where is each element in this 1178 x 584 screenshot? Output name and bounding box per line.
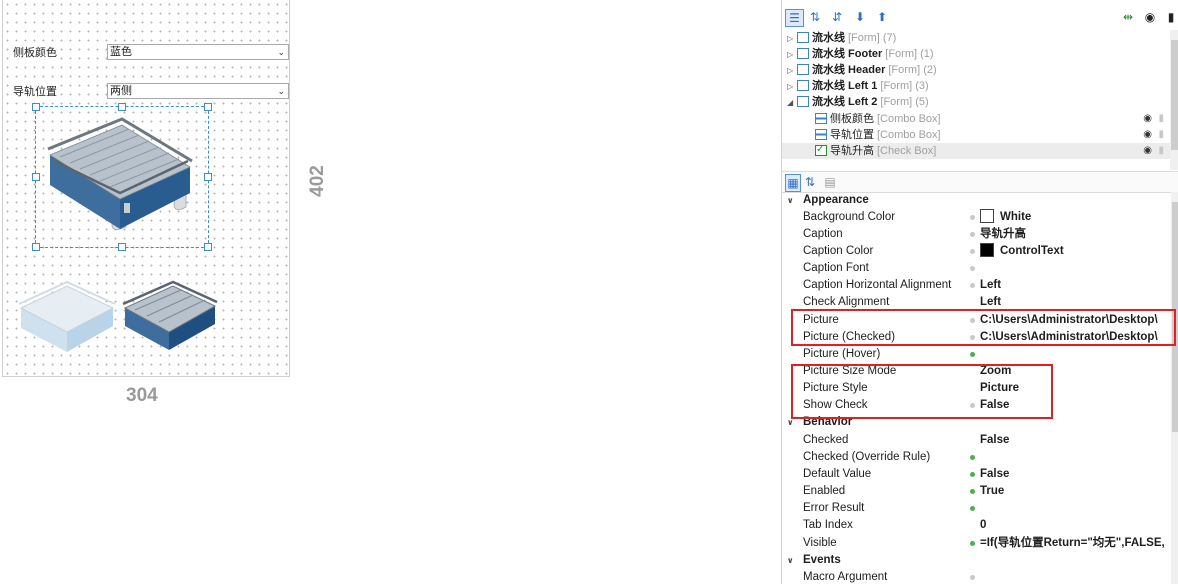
highlight-picture-style-rows [791, 364, 1053, 419]
color-swatch [980, 243, 994, 257]
tree-item[interactable]: ▷ 流水线 Header [Form] (2) [787, 62, 937, 78]
category-events[interactable]: ∨ Events [782, 552, 1172, 569]
chevron-down-icon: ⌄ [277, 47, 285, 57]
property-row[interactable]: Caption Horizontal Alignment Left [782, 277, 1172, 294]
lock-icon[interactable]: ▮ [1164, 9, 1178, 25]
property-row[interactable]: Checked (Override Rule) [782, 449, 1172, 466]
property-row[interactable]: Tab Index 0 [782, 517, 1172, 534]
expand-icon[interactable]: ▷ [787, 31, 797, 47]
property-row[interactable]: Caption Font [782, 260, 1172, 277]
property-row[interactable]: Macro Argument [782, 569, 1172, 584]
property-row[interactable]: Visible =If(导轨位置Return="均无",FALSE, [782, 535, 1172, 552]
resize-handle[interactable] [32, 243, 40, 251]
conveyor-faded-image [18, 280, 116, 352]
tree-item[interactable]: ▷ 流水线 Left 1 [Form] (3) [787, 78, 929, 94]
resize-handle[interactable] [118, 103, 126, 111]
tree-item[interactable]: 侧板颜色 [Combo Box] ◉ ▮ [815, 111, 1170, 127]
properties-toolbar: ▦ ⇅ ▤ [782, 171, 1178, 193]
sort-az-icon[interactable]: ⇅ [803, 174, 817, 190]
form-icon [797, 64, 809, 75]
rail-raise-checkbox-control[interactable] [35, 106, 209, 248]
lock-icon[interactable]: ▮ [1158, 127, 1164, 143]
combo-box-icon [815, 113, 827, 124]
sort-az-icon[interactable]: ⇅ [808, 9, 822, 25]
eye-icon[interactable]: ◉ [1143, 143, 1152, 159]
side-color-label: 侧板颜色 [12, 44, 58, 60]
tree-scrollbar[interactable] [1170, 30, 1178, 170]
chevron-down-icon[interactable]: ∨ [787, 552, 794, 569]
form-icon [797, 96, 809, 107]
list-view-icon[interactable]: ☰ [785, 9, 804, 27]
property-row[interactable]: Checked False [782, 432, 1172, 449]
tree-item[interactable]: ▷ 流水线 Footer [Form] (1) [787, 46, 934, 62]
property-pages-icon[interactable]: ▤ [824, 174, 836, 190]
eye-icon[interactable]: ◉ [1142, 9, 1158, 25]
collapse-icon[interactable]: ⇹ [1120, 9, 1136, 25]
chevron-down-icon: ⌄ [277, 86, 285, 96]
resize-handle[interactable] [204, 243, 212, 251]
conveyor-image [47, 117, 193, 230]
resize-handle[interactable] [32, 103, 40, 111]
properties-scrollbar[interactable] [1171, 192, 1178, 584]
rail-position-combo[interactable]: 两侧 ⌄ [107, 83, 289, 99]
property-row[interactable]: Caption 导轨升高 [782, 226, 1172, 243]
category-appearance[interactable]: ∨ Appearance [782, 192, 1172, 209]
form-explorer-panel: ☰ ⇅ ⇵ ⬇ ⬆ ⇹ ◉ ▮ ▷ 流水线 [Form] (7) ▷ 流水线 Foot… [781, 0, 1178, 584]
categorized-icon[interactable]: ▦ [785, 174, 801, 192]
move-down-icon[interactable]: ⬇ [854, 9, 866, 25]
property-row[interactable]: Caption Color ControlText [782, 243, 1172, 260]
resize-handle[interactable] [32, 173, 40, 181]
property-row[interactable]: Default Value False [782, 466, 1172, 483]
resize-handle[interactable] [204, 173, 212, 181]
check-box-icon [815, 142, 827, 158]
tree-item[interactable]: ▷ 流水线 [Form] (7) [787, 30, 896, 46]
property-row[interactable]: Error Result [782, 500, 1172, 517]
form-icon [797, 48, 809, 59]
collapse-icon[interactable]: ◢ [787, 95, 797, 111]
tree-item[interactable]: ◢ 流水线 Left 2 [Form] (5) [787, 94, 929, 110]
move-up-icon[interactable]: ⬆ [876, 9, 888, 25]
expand-icon[interactable]: ▷ [787, 79, 797, 95]
eye-icon[interactable]: ◉ [1143, 111, 1152, 127]
combo-box-icon [815, 129, 827, 140]
design-canvas[interactable]: 侧板颜色 蓝色 ⌄ 导轨位置 两侧 ⌄ [2, 0, 290, 377]
resize-handle[interactable] [204, 103, 212, 111]
form-tree: ▷ 流水线 [Form] (7) ▷ 流水线 Footer [Form] (1) ▷ 流水… [782, 30, 1170, 170]
property-row[interactable]: Enabled True [782, 483, 1172, 500]
property-row[interactable]: Picture (Hover) [782, 346, 1172, 363]
sort-za-icon[interactable]: ⇵ [830, 9, 844, 25]
expand-icon[interactable]: ▷ [787, 47, 797, 63]
property-row[interactable]: Background Color White [782, 209, 1172, 226]
conveyor-thumbnail-image [122, 280, 218, 350]
eye-icon[interactable]: ◉ [1143, 127, 1152, 143]
form-icon [797, 32, 809, 43]
tree-item-selected[interactable]: 导轨升高[Check Box] ◉▮ [782, 142, 1170, 159]
lock-icon[interactable]: ▮ [1158, 143, 1164, 159]
highlight-picture-rows [791, 309, 1176, 346]
lock-icon[interactable]: ▮ [1158, 111, 1164, 127]
tree-item[interactable]: 导轨位置 [Combo Box] ◉ ▮ [815, 127, 1170, 143]
height-dimension-label: 402 [307, 165, 328, 197]
width-dimension-label: 304 [126, 385, 158, 406]
form-icon [797, 80, 809, 91]
color-swatch [980, 209, 994, 223]
resize-handle[interactable] [118, 243, 126, 251]
rail-position-label: 导轨位置 [12, 83, 58, 99]
explorer-toolbar: ☰ ⇅ ⇵ ⬇ ⬆ ⇹ ◉ ▮ [782, 6, 1178, 28]
expand-icon[interactable]: ▷ [787, 63, 797, 79]
side-color-combo[interactable]: 蓝色 ⌄ [107, 44, 289, 60]
chevron-down-icon[interactable]: ∨ [787, 192, 794, 209]
